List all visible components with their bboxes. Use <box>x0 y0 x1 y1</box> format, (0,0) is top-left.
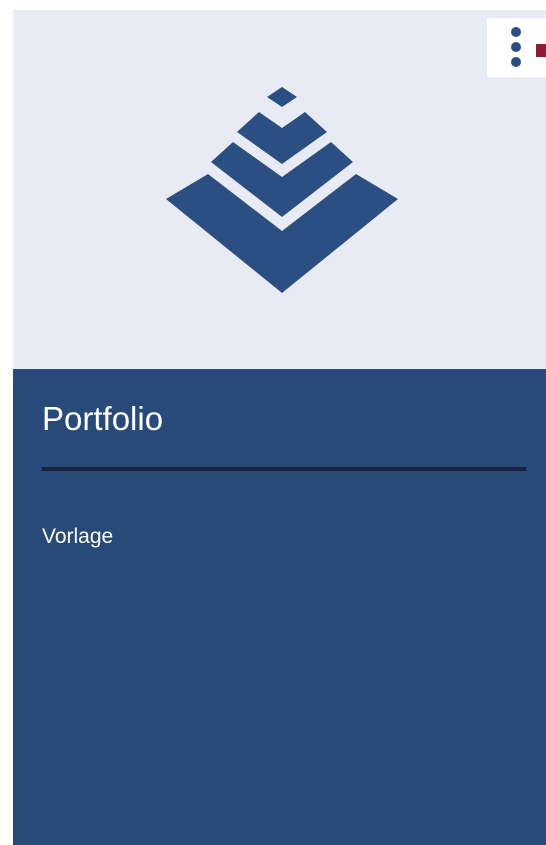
card-title[interactable]: Portfolio <box>42 397 163 441</box>
portfolio-card[interactable]: Portfolio Vorlage <box>13 10 546 845</box>
kebab-menu-icon <box>511 27 521 67</box>
card-divider <box>42 467 526 471</box>
card-body: Portfolio Vorlage <box>13 369 546 845</box>
pyramid-chevrons-icon <box>166 87 398 293</box>
more-options-button[interactable] <box>487 18 546 77</box>
card-thumbnail <box>13 10 546 369</box>
accent-marker <box>536 44 546 57</box>
card-subtitle: Vorlage <box>42 525 114 548</box>
